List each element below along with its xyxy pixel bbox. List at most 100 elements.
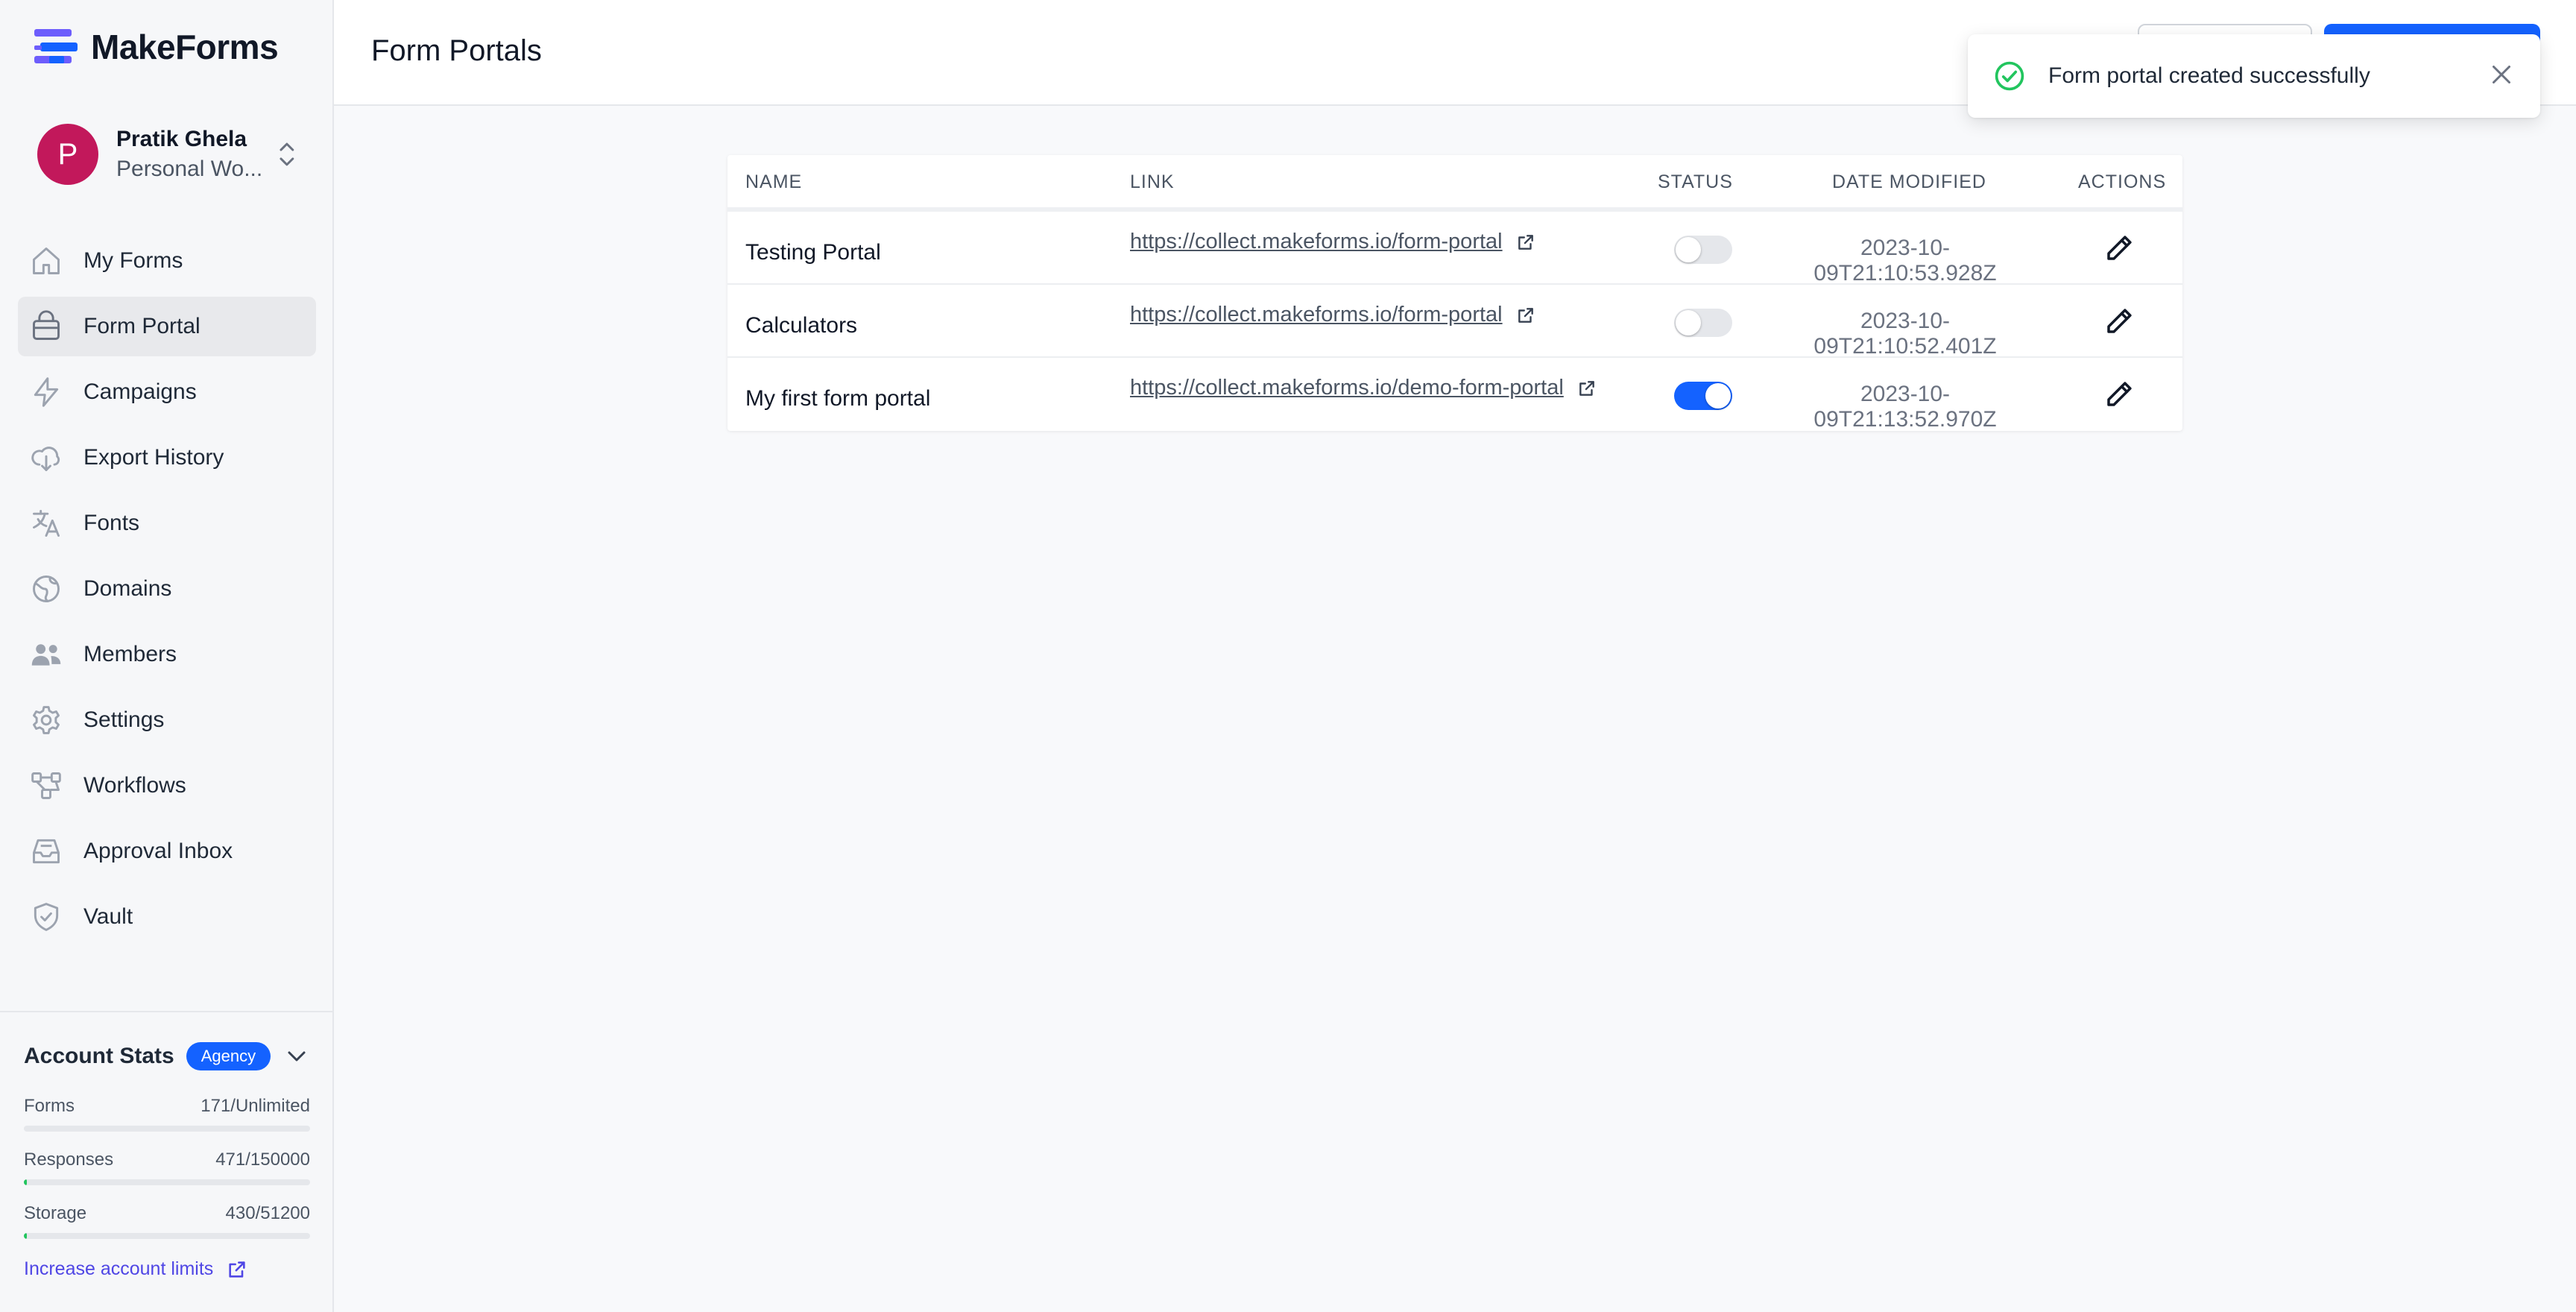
portal-name: My first form portal	[745, 386, 931, 411]
workspace-name: Personal Wo...	[116, 157, 263, 181]
date-modified: 2023-10-09T21:13:52.970Z	[1813, 382, 1997, 432]
close-icon[interactable]	[2488, 61, 2515, 88]
sidebar-item-label: Export History	[83, 445, 224, 470]
sidebar-item-label: Members	[83, 642, 177, 666]
cloud-download-icon	[30, 441, 63, 474]
column-header-link: LINK	[1130, 171, 1175, 192]
workspace-switcher[interactable]: P Pratik Ghela Personal Wo...	[37, 122, 298, 186]
sidebar-item-label: Approval Inbox	[83, 839, 233, 863]
sidebar-item-my-forms[interactable]: My Forms	[18, 231, 316, 291]
external-link-icon[interactable]	[1577, 379, 1597, 398]
stat-value: 171/Unlimited	[201, 1096, 310, 1116]
sidebar-item-label: Campaigns	[83, 379, 197, 404]
plan-badge: Agency	[186, 1042, 271, 1070]
increase-limits-link[interactable]: Increase account limits	[24, 1258, 247, 1280]
sidebar-item-members[interactable]: Members	[18, 625, 316, 684]
avatar: P	[37, 124, 98, 185]
check-circle-icon	[1995, 61, 2024, 91]
sidebar-item-label: Domains	[83, 576, 172, 601]
toggle-knob	[1676, 237, 1701, 262]
sidebar-item-fonts[interactable]: Fonts	[18, 493, 316, 553]
status-toggle[interactable]	[1674, 309, 1732, 337]
stat-storage: Storage 430/51200	[24, 1203, 310, 1239]
gear-icon	[30, 704, 63, 737]
date-modified: 2023-10-09T21:10:53.928Z	[1813, 236, 1997, 286]
toggle-knob	[1676, 310, 1701, 335]
stat-label: Forms	[24, 1096, 75, 1116]
toggle-knob	[1705, 383, 1731, 409]
stat-progress-fill	[24, 1179, 27, 1185]
external-link-icon[interactable]	[1516, 233, 1535, 252]
column-header-name: NAME	[745, 171, 803, 192]
brand[interactable]: MakeForms	[33, 27, 279, 67]
portal-link[interactable]: https://collect.makeforms.io/form-portal	[1130, 230, 1503, 254]
home-icon	[30, 245, 63, 277]
sidebar-item-label: Vault	[83, 904, 133, 929]
table-row: Testing Portal https://collect.makeforms…	[727, 212, 2182, 286]
table-row: My first form portal https://collect.mak…	[727, 358, 2182, 432]
edit-pencil-icon[interactable]	[2103, 233, 2135, 264]
portal-name: Testing Portal	[745, 240, 881, 265]
success-toast: Form portal created successfully	[1968, 34, 2540, 118]
workflow-icon	[30, 769, 63, 802]
table-row: Calculators https://collect.makeforms.io…	[727, 285, 2182, 359]
column-header-date-modified: DATE MODIFIED	[1832, 171, 1986, 192]
globe-icon	[30, 573, 63, 605]
stat-label: Responses	[24, 1149, 114, 1170]
brand-name: MakeForms	[91, 28, 279, 66]
bolt-icon	[30, 376, 63, 409]
status-toggle[interactable]	[1674, 236, 1732, 264]
external-link-icon	[229, 1261, 245, 1278]
stat-value: 471/150000	[215, 1149, 310, 1170]
sidebar-nav: My Forms Form Portal Campaigns Export Hi…	[18, 231, 316, 953]
sidebar-item-vault[interactable]: Vault	[18, 887, 316, 947]
sidebar-item-settings[interactable]: Settings	[18, 690, 316, 750]
stat-progress-bar	[24, 1126, 310, 1132]
stat-forms: Forms 171/Unlimited	[24, 1096, 310, 1132]
sidebar-item-approval-inbox[interactable]: Approval Inbox	[18, 821, 316, 881]
stat-label: Storage	[24, 1203, 87, 1223]
inbox-icon	[30, 835, 63, 868]
stat-progress-bar	[24, 1179, 310, 1185]
sidebar-item-label: Form Portal	[83, 314, 201, 338]
shield-icon	[30, 901, 63, 933]
increase-limits-label: Increase account limits	[24, 1258, 214, 1279]
page-title: Form Portals	[371, 34, 542, 67]
sidebar-item-campaigns[interactable]: Campaigns	[18, 362, 316, 422]
sidebar-item-domains[interactable]: Domains	[18, 559, 316, 619]
chevron-up-down-icon	[280, 142, 294, 166]
stat-responses: Responses 471/150000	[24, 1149, 310, 1185]
makeforms-logo-icon	[34, 29, 78, 63]
portal-icon	[30, 310, 63, 343]
external-link-icon[interactable]	[1516, 306, 1535, 325]
edit-pencil-icon[interactable]	[2103, 306, 2135, 337]
user-name: Pratik Ghela	[116, 127, 247, 151]
sidebar-item-label: My Forms	[83, 248, 183, 273]
sidebar-item-label: Settings	[83, 707, 165, 732]
table-header: NAME LINK STATUS DATE MODIFIED ACTIONS	[727, 155, 2182, 212]
translate-icon	[30, 507, 63, 540]
toast-message: Form portal created successfully	[2048, 63, 2370, 88]
stat-value: 430/51200	[225, 1203, 310, 1223]
column-header-actions: ACTIONS	[2078, 171, 2167, 192]
column-header-status: STATUS	[1658, 171, 1733, 192]
stat-progress-fill	[24, 1233, 27, 1239]
edit-pencil-icon[interactable]	[2103, 379, 2135, 410]
users-icon	[30, 638, 63, 671]
date-modified: 2023-10-09T21:10:52.401Z	[1813, 309, 1997, 359]
form-portals-table: NAME LINK STATUS DATE MODIFIED ACTIONS T…	[727, 155, 2182, 432]
account-stats: Account Stats Agency Forms 171/Unlimited…	[0, 1011, 334, 1312]
portal-link[interactable]: https://collect.makeforms.io/form-portal	[1130, 303, 1503, 327]
portal-name: Calculators	[745, 313, 858, 338]
sidebar-item-form-portal[interactable]: Form Portal	[18, 297, 316, 356]
sidebar: MakeForms P Pratik Ghela Personal Wo... …	[0, 0, 334, 1312]
stat-progress-bar	[24, 1233, 310, 1239]
sidebar-item-export-history[interactable]: Export History	[18, 428, 316, 488]
sidebar-item-workflows[interactable]: Workflows	[18, 756, 316, 816]
chevron-down-icon[interactable]	[283, 1043, 310, 1070]
sidebar-item-label: Fonts	[83, 511, 140, 535]
account-stats-title: Account Stats	[24, 1044, 174, 1068]
portal-link[interactable]: https://collect.makeforms.io/demo-form-p…	[1130, 376, 1564, 400]
status-toggle[interactable]	[1674, 382, 1732, 410]
sidebar-item-label: Workflows	[83, 773, 186, 798]
